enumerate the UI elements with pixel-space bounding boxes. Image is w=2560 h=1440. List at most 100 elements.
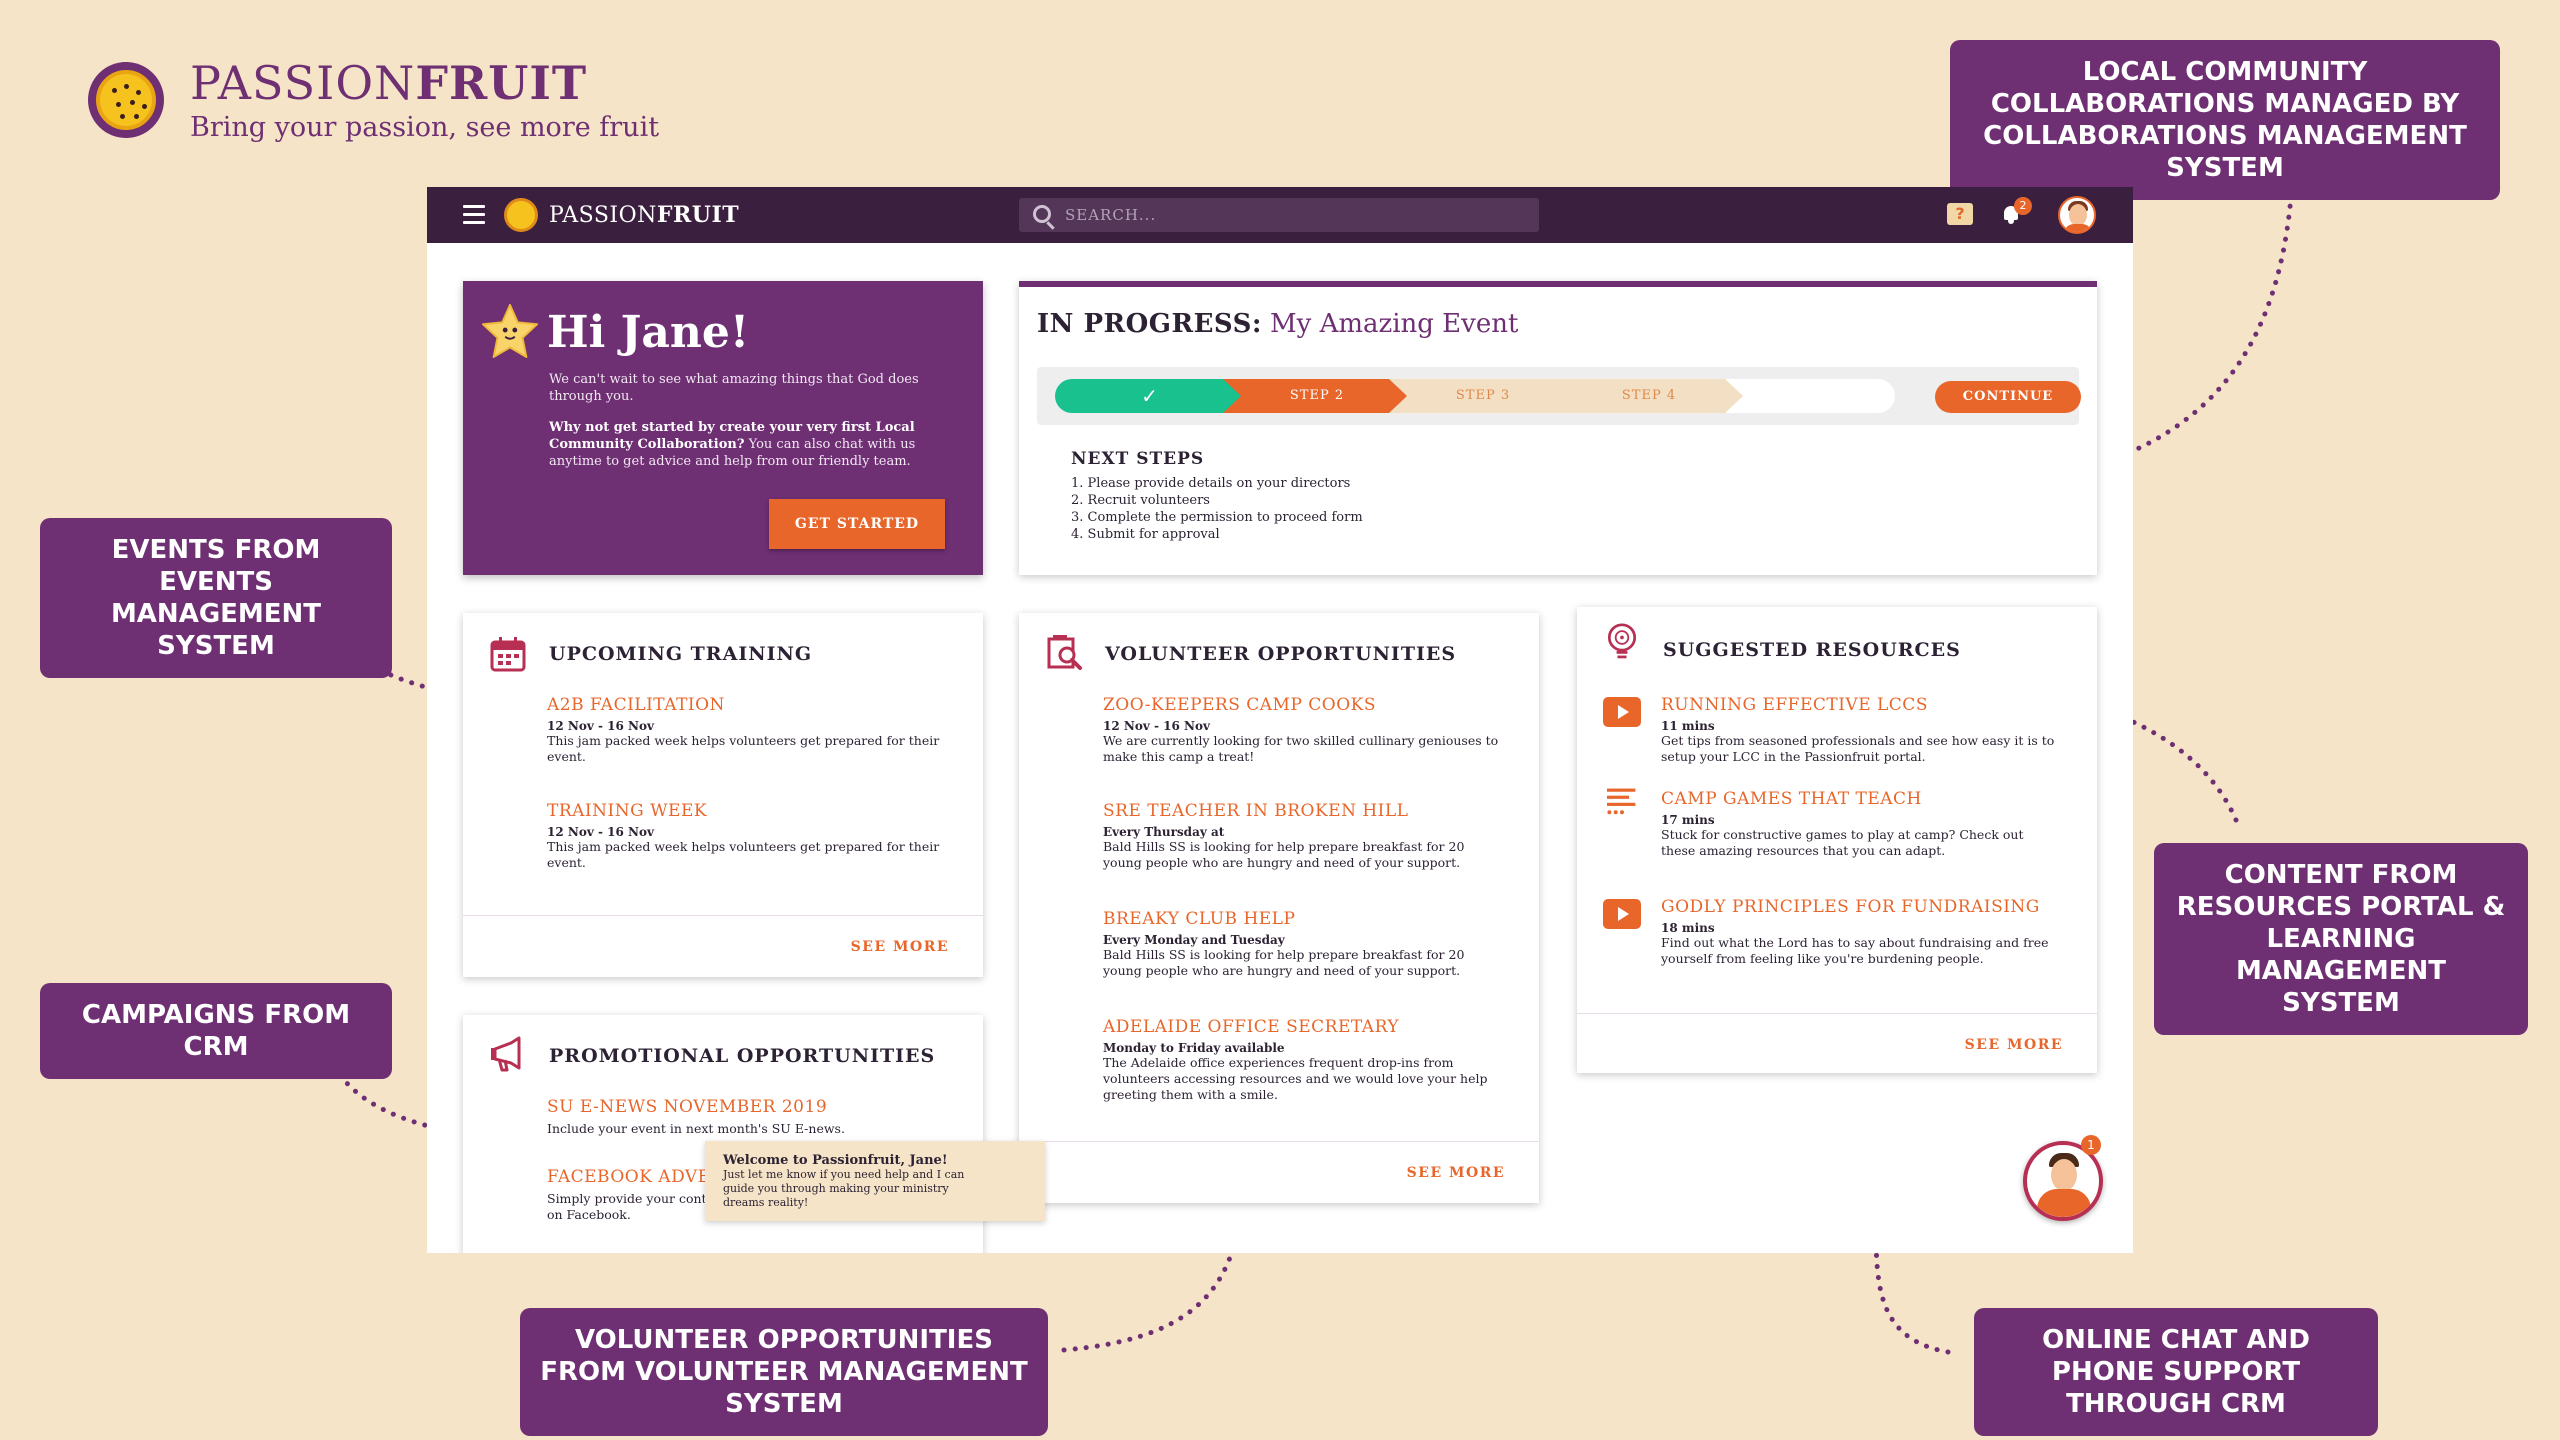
- item-date: 12 Nov - 16 Nov: [547, 719, 654, 733]
- item-title[interactable]: SU E-NEWS NOVEMBER 2019: [547, 1097, 947, 1117]
- item-title[interactable]: SRE TEACHER IN BROKEN HILL: [1103, 801, 1503, 821]
- callout-campaigns: CAMPAIGNS FROM CRM: [40, 983, 392, 1079]
- card-divider: [1577, 1013, 2097, 1014]
- next-steps-list: 1. Please provide details on your direct…: [1071, 475, 1363, 543]
- item-title[interactable]: TRAINING WEEK: [547, 801, 947, 821]
- item-description: Include your event in next month's SU E-…: [547, 1121, 845, 1136]
- progress-card: IN PROGRESS: My Amazing Event ✓ STEP 2 ST…: [1019, 281, 2097, 575]
- chat-message: Just let me know if you need help and I …: [723, 1168, 965, 1209]
- step-tracker: ✓ STEP 2 STEP 3 STEP 4 CONTINUE: [1037, 367, 2081, 425]
- callout-events: EVENTS FROM EVENTS MANAGEMENT SYSTEM: [40, 518, 392, 678]
- item-schedule: Monday to Friday available: [1103, 1041, 1285, 1055]
- next-steps-title: NEXT STEPS: [1071, 449, 1205, 469]
- upcoming-training-card: UPCOMING TRAINING A2B FACILITATION 12 No…: [463, 613, 983, 977]
- menu-icon[interactable]: [463, 205, 485, 225]
- callout-collaborations: LOCAL COMMUNITY COLLABORATIONS MANAGED B…: [1950, 40, 2500, 200]
- item-schedule: Every Thursday at: [1103, 825, 1225, 839]
- item-description: Get tips from seasoned professionals and…: [1661, 733, 2055, 764]
- volunteer-item[interactable]: SRE TEACHER IN BROKEN HILL Every Thursda…: [1103, 801, 1503, 871]
- item-description: This jam packed week helps volunteers ge…: [547, 733, 940, 764]
- item-duration: 17 mins: [1661, 813, 1715, 827]
- item-description: We are currently looking for two skilled…: [1103, 733, 1499, 764]
- item-description: The Adelaide office experiences frequent…: [1103, 1055, 1488, 1102]
- volunteer-opportunities-card: VOLUNTEER OPPORTUNITIES ZOO-KEEPERS CAMP…: [1019, 613, 1539, 1203]
- volunteer-item[interactable]: BREAKY CLUB HELP Every Monday and Tuesda…: [1103, 909, 1503, 979]
- calendar-icon: [490, 637, 526, 672]
- help-icon[interactable]: ?: [1947, 203, 1973, 225]
- brand-name: PASSIONFRUIT: [190, 56, 588, 110]
- step-3[interactable]: STEP 3: [1389, 379, 1577, 413]
- card-divider: [1019, 1141, 1539, 1142]
- volunteer-item[interactable]: ADELAIDE OFFICE SECRETARY Monday to Frid…: [1103, 1017, 1503, 1103]
- item-description: Stuck for constructive games to play at …: [1661, 827, 2024, 858]
- notification-badge: 2: [2014, 197, 2032, 215]
- training-item[interactable]: TRAINING WEEK 12 Nov - 16 Nov This jam p…: [547, 801, 947, 871]
- callout-volunteers: VOLUNTEER OPPORTUNITIES FROM VOLUNTEER M…: [520, 1308, 1048, 1436]
- brand-tagline: Bring your passion, see more fruit: [190, 112, 660, 143]
- user-avatar[interactable]: [2058, 196, 2096, 234]
- get-started-button[interactable]: GET STARTED: [769, 499, 945, 549]
- see-more-link[interactable]: SEE MORE: [851, 939, 949, 955]
- step-2[interactable]: STEP 2: [1223, 379, 1411, 413]
- star-mascot-icon: [482, 303, 538, 359]
- search-bar[interactable]: [1019, 198, 1539, 232]
- welcome-intro: We can't wait to see what amazing things…: [549, 372, 919, 404]
- article-icon: [1607, 788, 1636, 815]
- passionfruit-logo-icon: [88, 62, 164, 138]
- item-title[interactable]: CAMP GAMES THAT TEACH: [1661, 789, 2061, 809]
- lightbulb-icon: [1607, 623, 1637, 659]
- app-logo-icon[interactable]: [504, 198, 538, 232]
- callout-resources: CONTENT FROM RESOURCES PORTAL & LEARNING…: [2154, 843, 2528, 1035]
- resource-item[interactable]: RUNNING EFFECTIVE LCCS 11 mins Get tips …: [1661, 695, 2061, 765]
- app-brand-name[interactable]: PASSIONFRUIT: [549, 202, 739, 228]
- search-icon: [1033, 205, 1051, 223]
- video-play-icon: [1603, 697, 1641, 727]
- welcome-cta-text: Why not get started by create your very …: [549, 420, 916, 469]
- promotion-item[interactable]: SU E-NEWS NOVEMBER 2019 Include your eve…: [547, 1097, 947, 1137]
- item-description: This jam packed week helps volunteers ge…: [547, 839, 940, 870]
- item-description: Bald Hills SS is looking for help prepar…: [1103, 947, 1465, 978]
- progress-title: IN PROGRESS: My Amazing Event: [1037, 309, 1519, 339]
- step-4[interactable]: STEP 4: [1555, 379, 1743, 413]
- item-title[interactable]: ADELAIDE OFFICE SECRETARY: [1103, 1017, 1503, 1037]
- card-title: PROMOTIONAL OPPORTUNITIES: [549, 1045, 936, 1067]
- search-document-icon: [1047, 635, 1082, 670]
- resource-item[interactable]: CAMP GAMES THAT TEACH 17 mins Stuck for …: [1661, 789, 2061, 859]
- volunteer-item[interactable]: ZOO-KEEPERS CAMP COOKS 12 Nov - 16 Nov W…: [1103, 695, 1503, 765]
- item-description: Bald Hills SS is looking for help prepar…: [1103, 839, 1465, 870]
- megaphone-icon: [491, 1036, 521, 1072]
- video-play-icon: [1603, 899, 1641, 929]
- training-item[interactable]: A2B FACILITATION 12 Nov - 16 Nov This ja…: [547, 695, 947, 765]
- check-icon: ✓: [1141, 384, 1159, 408]
- next-step-item: 3. Complete the permission to proceed fo…: [1071, 510, 1363, 525]
- item-title[interactable]: GODLY PRINCIPLES FOR FUNDRAISING: [1661, 897, 2061, 917]
- callout-chat: ONLINE CHAT AND PHONE SUPPORT THROUGH CR…: [1974, 1308, 2378, 1436]
- item-duration: 18 mins: [1661, 921, 1715, 935]
- step-bar: ✓ STEP 2 STEP 3 STEP 4: [1055, 379, 1895, 413]
- suggested-resources-card: SUGGESTED RESOURCES RUNNING EFFECTIVE LC…: [1577, 607, 2097, 1073]
- item-description: Find out what the Lord has to say about …: [1661, 935, 2049, 966]
- item-date: 12 Nov - 16 Nov: [547, 825, 654, 839]
- item-title[interactable]: ZOO-KEEPERS CAMP COOKS: [1103, 695, 1503, 715]
- see-more-link[interactable]: SEE MORE: [1965, 1037, 2063, 1053]
- item-title[interactable]: BREAKY CLUB HELP: [1103, 909, 1503, 929]
- chat-message-bubble[interactable]: Welcome to Passionfruit, Jane! Just let …: [705, 1141, 1045, 1221]
- chat-title: Welcome to Passionfruit, Jane!: [723, 1153, 948, 1168]
- item-schedule: Every Monday and Tuesday: [1103, 933, 1285, 947]
- continue-button[interactable]: CONTINUE: [1935, 381, 2081, 413]
- app-window: PASSIONFRUIT ? 2 Hi Jane! We can't wait …: [427, 187, 2133, 1253]
- resource-item[interactable]: GODLY PRINCIPLES FOR FUNDRAISING 18 mins…: [1661, 897, 2061, 967]
- search-input[interactable]: [1065, 204, 1525, 226]
- step-1-complete[interactable]: ✓: [1055, 379, 1245, 413]
- next-step-item: 4. Submit for approval: [1071, 527, 1220, 542]
- item-title[interactable]: A2B FACILITATION: [547, 695, 947, 715]
- see-more-link[interactable]: SEE MORE: [1407, 1165, 1505, 1181]
- welcome-greeting: Hi Jane!: [547, 307, 750, 358]
- next-step-item: 1. Please provide details on your direct…: [1071, 476, 1351, 491]
- item-schedule: 12 Nov - 16 Nov: [1103, 719, 1210, 733]
- card-title: SUGGESTED RESOURCES: [1663, 639, 1961, 661]
- item-title[interactable]: RUNNING EFFECTIVE LCCS: [1661, 695, 2061, 715]
- brand-header: PASSIONFRUIT Bring your passion, see mor…: [88, 56, 659, 143]
- item-duration: 11 mins: [1661, 719, 1715, 733]
- top-bar: PASSIONFRUIT ? 2: [427, 187, 2133, 243]
